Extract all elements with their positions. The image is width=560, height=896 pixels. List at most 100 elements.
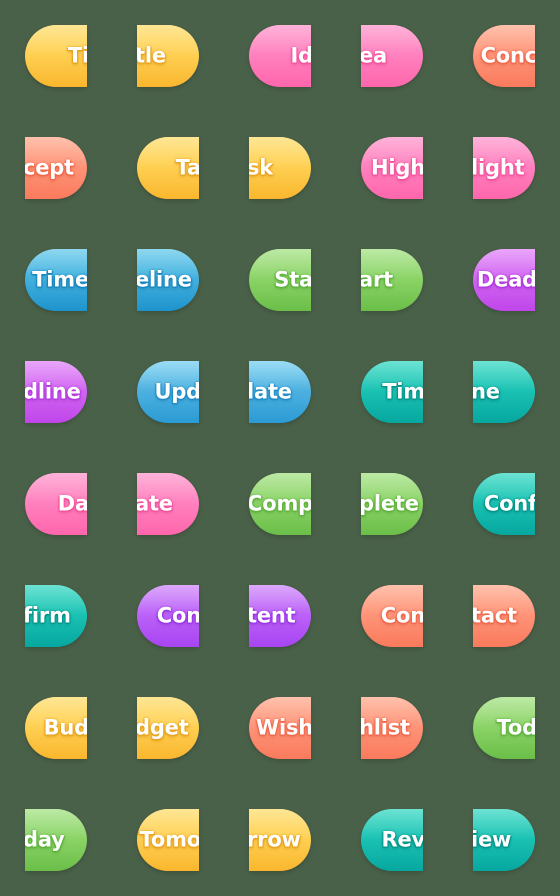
badge-label: Conc (480, 43, 535, 67)
badge-label: Ta (175, 155, 199, 179)
badge-label: Da (57, 491, 87, 515)
word-badge-review-right[interactable]: iew (473, 809, 535, 871)
badge-label: Upd (154, 379, 199, 403)
badge-cell-r3-c4: art (336, 224, 448, 336)
badge-cell-r7-c3: Wish (224, 672, 336, 784)
word-badge-today-right[interactable]: day (25, 809, 87, 871)
word-badge-date-right[interactable]: ate (137, 473, 199, 535)
badge-label: Con (156, 603, 199, 627)
word-badge-idea-right[interactable]: ea (361, 25, 423, 87)
badge-label: High (371, 155, 423, 179)
word-badge-content-right[interactable]: tent (249, 585, 311, 647)
badge-label: dget (137, 715, 189, 739)
badge-cell-r3-c1: Time (0, 224, 112, 336)
word-badge-task-right[interactable]: sk (249, 137, 311, 199)
badge-label: tle (137, 43, 166, 67)
word-badge-today-left[interactable]: Tod (473, 697, 535, 759)
badge-cell-r1-c1: Ti (0, 0, 112, 112)
badge-cell-r2-c1: cept (0, 112, 112, 224)
word-badge-budget-right[interactable]: dget (137, 697, 199, 759)
badge-label: late (249, 379, 292, 403)
word-badge-contact-left[interactable]: Con (361, 585, 423, 647)
badge-cell-r4-c1: dline (0, 336, 112, 448)
badge-cell-r1-c2: tle (112, 0, 224, 112)
badge-cell-r1-c5: Conc (448, 0, 560, 112)
word-badge-highlight-left[interactable]: High (361, 137, 423, 199)
word-badge-wishlist-right[interactable]: hlist (361, 697, 423, 759)
word-badge-update-right[interactable]: late (249, 361, 311, 423)
word-badge-deadline-right[interactable]: dline (25, 361, 87, 423)
badge-cell-r6-c2: Con (112, 560, 224, 672)
word-badge-time-left[interactable]: Tim (361, 361, 423, 423)
badge-label: sk (249, 155, 274, 179)
badge-cell-r4-c5: ne (448, 336, 560, 448)
badge-label: iew (473, 827, 512, 851)
badge-cell-r4-c3: late (224, 336, 336, 448)
badge-label: Comp (249, 491, 311, 515)
word-badge-update-left[interactable]: Upd (137, 361, 199, 423)
badge-cell-r7-c1: Bud (0, 672, 112, 784)
word-badge-date-left[interactable]: Da (25, 473, 87, 535)
badge-cell-r8-c5: iew (448, 784, 560, 896)
badge-cell-r8-c4: Rev (336, 784, 448, 896)
badge-cell-r3-c5: Dead (448, 224, 560, 336)
word-badge-wishlist-left[interactable]: Wish (249, 697, 311, 759)
badge-cell-r6-c3: tent (224, 560, 336, 672)
word-badge-concept-left[interactable]: Conc (473, 25, 535, 87)
word-badge-budget-left[interactable]: Bud (25, 697, 87, 759)
word-badge-confirm-right[interactable]: firm (25, 585, 87, 647)
badge-cell-r3-c3: Sta (224, 224, 336, 336)
word-badge-start-right[interactable]: art (361, 249, 423, 311)
word-badge-idea-left[interactable]: Id (249, 25, 311, 87)
word-badge-deadline-left[interactable]: Dead (473, 249, 535, 311)
word-badge-tomorrow-left[interactable]: Tomo (137, 809, 199, 871)
badge-label: ne (473, 379, 500, 403)
badge-cell-r7-c4: hlist (336, 672, 448, 784)
word-badge-title-left[interactable]: Ti (25, 25, 87, 87)
badge-cell-r2-c5: light (448, 112, 560, 224)
word-badge-confirm-left[interactable]: Conf (473, 473, 535, 535)
badge-cell-r4-c2: Upd (112, 336, 224, 448)
badge-label: Time (32, 267, 87, 291)
word-badge-timeline-left[interactable]: Time (25, 249, 87, 311)
badge-label: Tod (496, 715, 535, 739)
word-badge-task-left[interactable]: Ta (137, 137, 199, 199)
badge-label: firm (25, 603, 71, 627)
word-badge-start-left[interactable]: Sta (249, 249, 311, 311)
badge-label: hlist (361, 715, 410, 739)
badge-label: Bud (43, 715, 87, 739)
word-badge-contact-right[interactable]: tact (473, 585, 535, 647)
badge-label: ea (361, 43, 388, 67)
badge-cell-r1-c3: Id (224, 0, 336, 112)
badge-label: rrow (249, 827, 301, 851)
word-badge-content-left[interactable]: Con (137, 585, 199, 647)
badge-label: Rev (381, 827, 423, 851)
word-badge-tomorrow-right[interactable]: rrow (249, 809, 311, 871)
badge-label: dline (25, 379, 81, 403)
badge-label: Con (380, 603, 423, 627)
badge-label: Dead (476, 267, 535, 291)
badge-cell-r1-c4: ea (336, 0, 448, 112)
badge-label: tent (249, 603, 296, 627)
word-badge-complete-right[interactable]: plete (361, 473, 423, 535)
word-badge-highlight-right[interactable]: light (473, 137, 535, 199)
word-badge-concept-right[interactable]: cept (25, 137, 87, 199)
badge-cell-r6-c4: Con (336, 560, 448, 672)
badge-label: day (25, 827, 65, 851)
badge-cell-r8-c1: day (0, 784, 112, 896)
badge-sticker-sheet: Ti tle Id ea Conc cept Ta sk High light Time eline S… (0, 0, 560, 896)
word-badge-time-right[interactable]: ne (473, 361, 535, 423)
word-badge-title-right[interactable]: tle (137, 25, 199, 87)
badge-cell-r6-c1: firm (0, 560, 112, 672)
badge-label: Sta (274, 267, 311, 291)
word-badge-review-left[interactable]: Rev (361, 809, 423, 871)
badge-label: cept (25, 155, 74, 179)
badge-cell-r8-c2: Tomo (112, 784, 224, 896)
badge-label: plete (361, 491, 419, 515)
badge-cell-r2-c2: Ta (112, 112, 224, 224)
badge-label: Tim (382, 379, 423, 403)
badge-label: Tomo (139, 827, 199, 851)
word-badge-timeline-right[interactable]: eline (137, 249, 199, 311)
word-badge-complete-left[interactable]: Comp (249, 473, 311, 535)
badge-cell-r3-c2: eline (112, 224, 224, 336)
